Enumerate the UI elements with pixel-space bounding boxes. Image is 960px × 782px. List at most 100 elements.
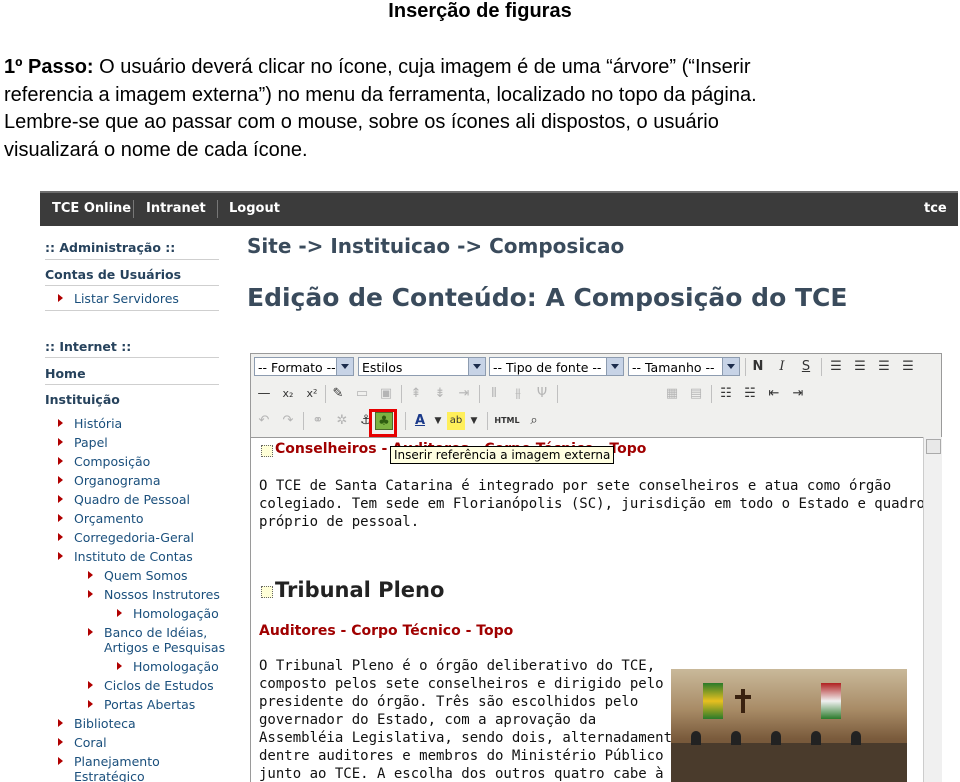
subscript-icon[interactable]: x₂	[279, 385, 297, 403]
preview-search-icon[interactable]: ⌕	[525, 412, 543, 430]
sidebar-item-coral[interactable]: Coral	[74, 735, 107, 750]
sidebar-item-contas[interactable]: Contas de Usuários	[45, 267, 181, 282]
toolbar-separator	[325, 385, 326, 403]
sidebar-item-quadro[interactable]: Quadro de Pessoal	[74, 492, 190, 507]
sidebar-item-homologacao[interactable]: Homologação	[133, 606, 219, 621]
toolbar-separator	[401, 385, 402, 403]
sidebar-item-listar[interactable]: Listar Servidores	[74, 291, 179, 306]
toolbar-separator	[557, 385, 558, 403]
anchor-marker-icon	[261, 445, 273, 457]
tooltip: Inserir referência a imagem externa	[390, 446, 615, 464]
nav-intranet[interactable]: Intranet	[146, 201, 206, 216]
align-right-icon[interactable]: ☰	[875, 358, 893, 376]
align-justify-icon[interactable]: ☰	[899, 358, 917, 376]
sidebar-item-banco-1[interactable]: Banco de Idéias,	[104, 625, 207, 640]
toolbar-row-3: ↶ ↷ ⚭ ✲ ⚓ ♣ A ▼ ab ▼ HTML ⌕	[251, 408, 941, 434]
bullet-arrow-icon	[88, 700, 93, 708]
insert-col-before-icon: ⫴	[491, 386, 497, 401]
sidebar-item-quem-somos[interactable]: Quem Somos	[104, 568, 188, 583]
underline-icon[interactable]: S	[797, 358, 815, 376]
html-source-icon[interactable]: HTML	[493, 412, 521, 430]
font-family-select-label: -- Tipo de fonte --	[493, 360, 602, 375]
font-size-select-label: -- Tamanho --	[632, 360, 715, 375]
italic-icon[interactable]: I	[773, 358, 791, 376]
sidebar-item-homologacao-2[interactable]: Homologação	[133, 659, 219, 674]
font-family-select[interactable]: -- Tipo de fonte --	[489, 357, 624, 376]
edit-icon[interactable]: ✎	[329, 385, 347, 403]
nav-logout[interactable]: Logout	[229, 201, 280, 216]
intro-line-1: 1º Passo: O usuário deverá clicar no íco…	[4, 54, 954, 82]
bullet-arrow-icon	[88, 681, 93, 689]
person-image	[811, 731, 821, 745]
bullet-arrow-icon	[58, 738, 63, 746]
align-left-icon[interactable]: ☰	[827, 358, 845, 376]
cell-props-icon: ▣	[379, 386, 393, 401]
chevron-down-icon[interactable]: ▼	[429, 412, 447, 430]
toolbar-separator	[405, 412, 406, 430]
bullet-arrow-icon	[58, 419, 63, 427]
toolbar-separator	[745, 358, 746, 376]
sidebar-item-planejamento[interactable]: Planejamento	[74, 754, 160, 769]
flag-image	[703, 683, 723, 719]
sidebar-item-papel[interactable]: Papel	[74, 435, 108, 450]
person-image	[691, 731, 701, 745]
bold-icon[interactable]: N	[749, 358, 767, 376]
highlight-box	[369, 409, 397, 437]
align-center-icon[interactable]: ☰	[851, 358, 869, 376]
bullet-arrow-icon	[117, 609, 122, 617]
sub-link-line[interactable]: Auditores - Corpo Técnico - Topo	[259, 623, 513, 639]
paragraph-line: dentre auditores e membros do Ministério…	[259, 748, 664, 764]
paragraph-line: composto pelos sete conselheiros e dirig…	[259, 676, 664, 692]
text-color-icon[interactable]: A	[411, 412, 429, 430]
crucifix-image	[741, 689, 745, 713]
sidebar-item-portas[interactable]: Portas Abertas	[104, 697, 195, 712]
editor-content[interactable]: Conselheiros - Auditores - Corpo Técnico…	[251, 437, 923, 782]
nav-tce[interactable]: tce	[924, 201, 947, 216]
sidebar-item-ciclos[interactable]: Ciclos de Estudos	[104, 678, 214, 693]
sidebar-item-home[interactable]: Home	[45, 366, 86, 381]
sidebar-item-instituicao[interactable]: Instituição	[45, 392, 120, 407]
sidebar-item-orcamento[interactable]: Orçamento	[74, 511, 144, 526]
highlight-color-icon[interactable]: ab	[447, 412, 465, 430]
breadcrumb: Site -> Instituicao -> Composicao	[247, 234, 625, 258]
top-navigation-bar: TCE Online Intranet Logout tce	[40, 191, 958, 226]
sidebar-item-estrategico[interactable]: Estratégico	[74, 769, 145, 782]
sidebar-item-organograma[interactable]: Organograma	[74, 473, 161, 488]
toolbar-separator	[479, 385, 480, 403]
intro-line-3: Lembre-se que ao passar com o mouse, sob…	[4, 111, 719, 133]
numbered-list-icon[interactable]: ☵	[741, 385, 759, 403]
font-size-select[interactable]: -- Tamanho --	[628, 357, 740, 376]
sidebar-item-banco-2[interactable]: Artigos e Pesquisas	[104, 640, 225, 655]
sidebar-item-instrutores[interactable]: Nossos Instrutores	[104, 587, 220, 602]
insert-row-before-icon: ⇞	[410, 386, 422, 401]
sidebar-item-historia[interactable]: História	[74, 416, 122, 431]
toolbar-separator	[821, 358, 822, 376]
chevron-down-icon[interactable]: ▼	[465, 412, 483, 430]
bullet-arrow-icon	[88, 590, 93, 598]
plenary-photo	[671, 669, 907, 782]
paragraph-line: presidente do órgão. Três são escolhidos…	[259, 694, 639, 710]
paragraph-2: O Tribunal Pleno é o órgão deliberativo …	[259, 657, 689, 782]
paragraph-1: O TCE de Santa Catarina é integrado por …	[259, 477, 923, 531]
redo-icon: ↷	[282, 413, 294, 428]
horizontal-rule-icon[interactable]: —	[255, 385, 273, 403]
paragraph-line: próprio de pessoal.	[259, 514, 420, 530]
document-title: Inserção de figuras	[388, 0, 572, 22]
sidebar-item-composicao[interactable]: Composição	[74, 454, 150, 469]
styles-select-label: Estilos	[362, 360, 403, 375]
bullet-list-icon[interactable]: ☷	[717, 385, 735, 403]
intro-line-2: referencia a imagem externa”) no menu da…	[4, 83, 757, 106]
sidebar-item-biblioteca[interactable]: Biblioteca	[74, 716, 136, 731]
outdent-icon[interactable]: ⇤	[765, 385, 783, 403]
styles-select[interactable]: Estilos	[358, 357, 486, 376]
editor-scrollbar[interactable]	[923, 437, 942, 782]
scroll-up-icon[interactable]	[926, 439, 941, 454]
superscript-icon[interactable]: x²	[303, 385, 321, 403]
insert-row-after-icon: ⇟	[434, 386, 446, 401]
sidebar-item-corregedoria[interactable]: Corregedoria-Geral	[74, 530, 194, 545]
indent-icon[interactable]: ⇥	[789, 385, 807, 403]
format-select[interactable]: -- Formato --	[254, 357, 354, 376]
bullet-arrow-icon	[58, 719, 63, 727]
sidebar-item-instituto[interactable]: Instituto de Contas	[74, 549, 193, 564]
nav-tce-online[interactable]: TCE Online	[52, 201, 131, 216]
